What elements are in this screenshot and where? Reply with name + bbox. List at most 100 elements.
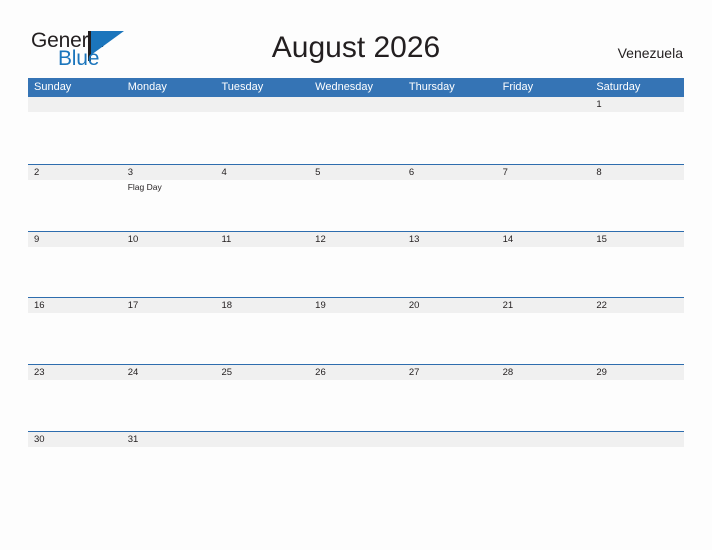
day-number[interactable]: 6 [403, 165, 497, 180]
week-date-band: 23 24 25 26 27 28 29 [28, 365, 684, 381]
calendar-week-row: 2 3 4 5 6 7 8 Flag Day [28, 163, 684, 231]
day-number[interactable]: 7 [497, 165, 591, 180]
country-label: Venezuela [617, 45, 683, 61]
day-number[interactable]: 16 [28, 298, 122, 313]
day-number-empty [403, 432, 497, 447]
day-events-cell [215, 447, 309, 497]
week-date-band: 2345678 [28, 164, 684, 180]
week-event-band [28, 247, 684, 297]
day-events-cell [215, 313, 309, 363]
day-events-cell [215, 380, 309, 430]
day-number[interactable]: 8 [590, 165, 684, 180]
day-number[interactable]: 18 [215, 298, 309, 313]
day-number-empty [590, 432, 684, 447]
day-number[interactable]: 9 [28, 232, 122, 247]
week-event-band [28, 447, 684, 497]
day-events-cell [122, 447, 216, 497]
day-number[interactable]: 1 [590, 97, 684, 112]
calendar-page: General Blue August 2026 Venezuela Sunda… [0, 0, 712, 550]
day-events-cell [497, 180, 591, 230]
day-events-cell [590, 180, 684, 230]
day-events-cell [590, 247, 684, 297]
day-number-empty [215, 432, 309, 447]
week-date-band: 1 [28, 97, 684, 112]
day-events-cell [309, 247, 403, 297]
day-number[interactable]: 15 [590, 232, 684, 247]
day-number[interactable]: 3 [122, 165, 216, 180]
day-number[interactable]: 23 [28, 365, 122, 380]
day-events-cell [403, 447, 497, 497]
day-events-cell [497, 247, 591, 297]
day-events-cell [122, 112, 216, 162]
day-number[interactable]: 26 [309, 365, 403, 380]
day-number[interactable]: 22 [590, 298, 684, 313]
day-events-cell [122, 380, 216, 430]
calendar-week-row: 1 [28, 97, 684, 164]
day-number[interactable]: 4 [215, 165, 309, 180]
weekday-header-tuesday: Tuesday [221, 81, 264, 93]
day-number[interactable]: 30 [28, 432, 122, 447]
day-number[interactable]: 13 [403, 232, 497, 247]
holiday-event-label: Flag Day [127, 181, 162, 192]
day-number-empty [309, 432, 403, 447]
day-events-cell [403, 112, 497, 162]
day-number[interactable]: 29 [590, 365, 684, 380]
day-events-cell [497, 313, 591, 363]
calendar-week-row: 9 10 11 12 13 14 15 [28, 230, 684, 298]
calendar-week-row: 23 24 25 26 27 28 29 [28, 364, 684, 431]
day-number[interactable]: 14 [497, 232, 591, 247]
day-number[interactable]: 28 [497, 365, 591, 380]
day-number[interactable]: 21 [497, 298, 591, 313]
page-header: General Blue August 2026 Venezuela [0, 0, 712, 76]
weekday-header-friday: Friday [502, 81, 534, 93]
day-events-cell [28, 313, 122, 363]
calendar-week-row: 30 31 [28, 430, 684, 498]
day-number[interactable]: 2 [28, 165, 122, 180]
day-number[interactable]: 27 [403, 365, 497, 380]
calendar-weeks: 1 2 3 4 5 6 7 8 Flag Day 9 10 11 12 13 14 15 16 17 18 19 20 2… [28, 97, 684, 498]
day-events-cell [215, 112, 309, 162]
day-events-cell [403, 380, 497, 430]
week-event-band [28, 112, 684, 162]
day-events-cell [309, 112, 403, 162]
page-title: August 2026 [271, 31, 441, 64]
day-events-cell [28, 447, 122, 497]
day-number[interactable]: 17 [122, 298, 216, 313]
weekday-header-row: Sunday Monday Tuesday Wednesday Thursday… [28, 78, 684, 97]
week-event-band [28, 380, 684, 430]
day-number[interactable]: 12 [309, 232, 403, 247]
day-events-cell [590, 447, 684, 497]
day-events-cell [122, 247, 216, 297]
weekday-header-sunday: Sunday [34, 81, 72, 93]
day-events-cell [497, 380, 591, 430]
weekday-header-monday: Monday [127, 81, 167, 93]
day-number-empty [215, 97, 309, 112]
calendar-week-row: 16 17 18 19 20 21 22 [28, 297, 684, 365]
weekday-header-wednesday: Wednesday [315, 81, 374, 93]
day-number-empty [497, 432, 591, 447]
day-events-cell [28, 380, 122, 430]
day-number[interactable]: 5 [309, 165, 403, 180]
week-date-band: 16 17 18 19 20 21 22 [28, 298, 684, 314]
day-number[interactable]: 10 [122, 232, 216, 247]
day-events-cell [215, 247, 309, 297]
week-date-band: 9 10 11 12 13 14 15 [28, 231, 684, 247]
day-number[interactable]: 25 [215, 365, 309, 380]
day-events-cell [28, 112, 122, 162]
day-number-empty [309, 97, 403, 112]
day-number[interactable]: 31 [122, 432, 216, 447]
day-events-cell [590, 112, 684, 162]
day-events-cell [122, 313, 216, 363]
day-events-cell [28, 247, 122, 297]
day-events-cell [497, 447, 591, 497]
day-number[interactable]: 24 [122, 365, 216, 380]
day-events-cell [309, 180, 403, 230]
day-number-empty [497, 97, 591, 112]
day-number[interactable]: 19 [309, 298, 403, 313]
day-events-cell [28, 180, 122, 230]
day-events-cell [309, 313, 403, 363]
day-number[interactable]: 11 [215, 232, 309, 247]
calendar-grid: Sunday Monday Tuesday Wednesday Thursday… [28, 78, 684, 498]
week-event-band: Flag Day [28, 180, 684, 230]
day-number[interactable]: 20 [403, 298, 497, 313]
